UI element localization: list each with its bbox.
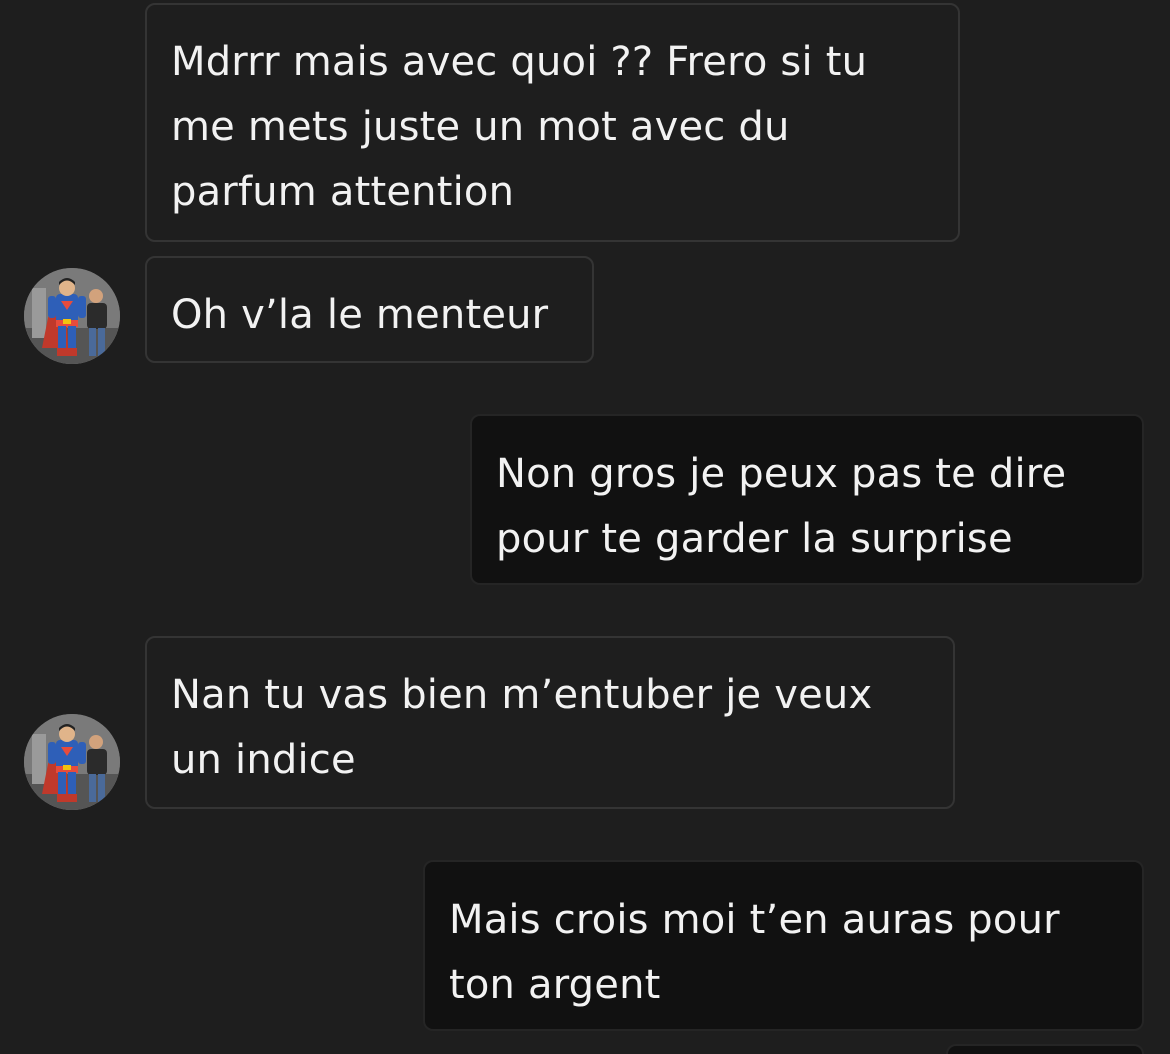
received-message-bubble[interactable]: Oh v’la le menteur <box>145 256 594 363</box>
superhero-photo-avatar-icon[interactable] <box>24 268 120 364</box>
received-message-bubble[interactable]: Mdrrr mais avec quoi ?? Frero si tu me m… <box>145 3 960 242</box>
avatar-image <box>24 268 120 364</box>
partial-message-bubble[interactable] <box>946 1044 1144 1054</box>
received-message-bubble[interactable]: Nan tu vas bien m’entuber je veux un ind… <box>145 636 955 809</box>
sent-message-bubble[interactable]: Mais crois moi t’en auras pour ton argen… <box>423 860 1144 1031</box>
superhero-photo-avatar-icon[interactable] <box>24 714 120 810</box>
sent-message-bubble[interactable]: Non gros je peux pas te dire pour te gar… <box>470 414 1144 585</box>
avatar-image <box>24 714 120 810</box>
